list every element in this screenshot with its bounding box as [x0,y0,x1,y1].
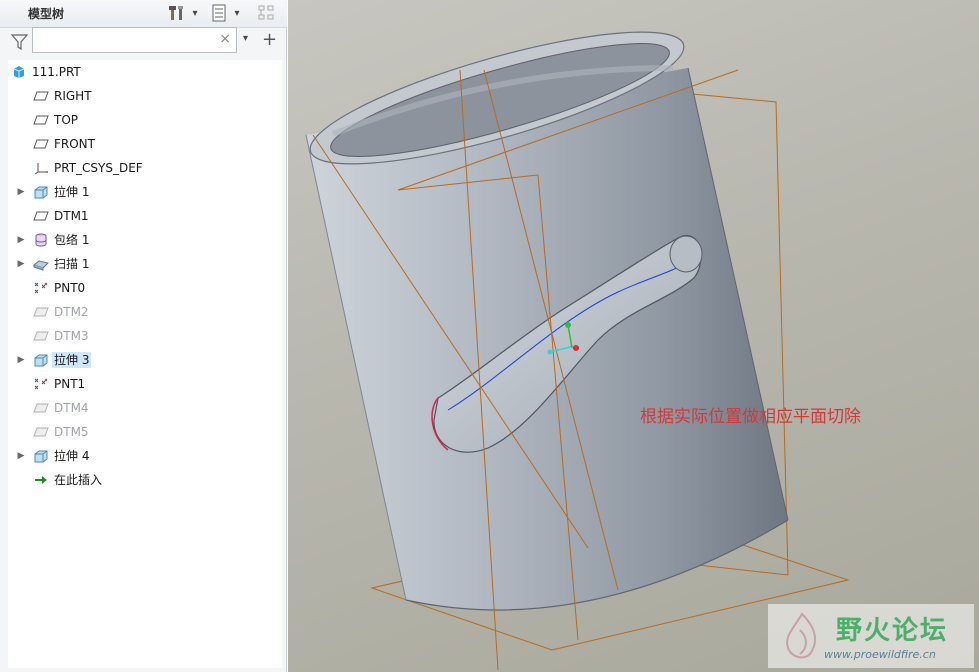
hierarchy-icon [258,5,274,20]
expand-arrow-icon[interactable]: ▶ [16,229,26,251]
model-tree-panel: 模型树 ▾ ▾ × ▾ + 111.PRT RIGHT TOP FRONT PR… [0,0,287,672]
watermark-url: www.proewildfire.cn [824,648,936,661]
tree-item-label: TOP [54,113,79,127]
datum-plane-icon [32,421,50,443]
tree-item-label: 111.PRT [32,65,81,79]
expand-arrow-icon[interactable]: ▶ [16,181,26,203]
funnel-icon [10,34,29,51]
filter-button[interactable] [10,32,30,52]
datum-point-icon [32,277,50,299]
search-dropdown-icon[interactable]: ▾ [243,33,248,44]
forum-watermark: 野火论坛 www.proewildfire.cn [768,604,974,668]
wrap-icon [32,229,50,251]
tree-item-label: FRONT [54,137,95,151]
panel-title: 模型树 [28,7,65,21]
tree-item-label: DTM2 [54,305,89,319]
panel-header: 模型树 ▾ ▾ [0,0,287,28]
tree-item-label: 拉伸 3 [52,352,92,368]
datum-point-icon [32,373,50,395]
watermark-title: 野火论坛 [836,616,949,646]
datum-plane-icon [32,85,50,107]
datum-plane-icon [32,325,50,347]
clear-search-icon[interactable]: × [219,31,231,47]
datum-plane-icon [32,301,50,323]
filter-row: × ▾ + [0,27,287,58]
datum-plane-icon [32,133,50,155]
datum-plane-icon [32,397,50,419]
chevron-down-icon: ▾ [192,7,198,19]
model-3d-view [305,31,850,671]
insert-here-arrow-icon [32,469,50,491]
datum-plane-icon [32,109,50,131]
extrude-icon [32,349,50,371]
extrude-icon [32,181,50,203]
tree-item-label: 拉伸 4 [54,449,90,463]
add-filter-icon[interactable]: + [262,29,277,50]
settings-tools-button[interactable] [166,2,188,24]
tree-item-label: DTM4 [54,401,89,415]
part-icon [10,61,28,83]
tree-item-label: PRT_CSYS_DEF [54,161,143,175]
tree-item-label: RIGHT [54,89,92,103]
search-box: × [32,27,237,53]
show-dropdown-button[interactable]: ▾ [230,2,244,24]
tools-dropdown-button[interactable]: ▾ [188,2,202,24]
list-options-icon [212,4,226,22]
expand-arrow-icon[interactable]: ▶ [16,445,26,467]
extrude-icon [32,445,50,467]
tree-filter-toggle-button[interactable] [256,2,278,24]
expand-arrow-icon[interactable]: ▶ [16,349,26,371]
tree-item-label: DTM1 [54,209,89,223]
cylinder-body [305,31,789,611]
datum-plane-icon [32,205,50,227]
tree-item-label: DTM5 [54,425,89,439]
search-input[interactable] [35,30,219,52]
tree-item-label: 扫描 1 [54,257,90,271]
cut-instruction-note: 根据实际位置做相应平面切除 [640,407,861,427]
expand-arrow-icon[interactable]: ▶ [16,253,26,275]
flame-logo-icon [786,612,817,659]
tree-item-label: PNT0 [54,281,86,295]
tree-item-label: 在此插入 [54,473,103,487]
coordinate-system-icon [32,157,50,179]
tree-item-label: DTM3 [54,329,89,343]
tree-item-label: PNT1 [54,377,86,391]
model-tree: 111.PRT RIGHT TOP FRONT PRT_CSYS_DEF ▶ 拉… [8,60,282,668]
show-options-button[interactable] [208,2,230,24]
tree-item-label: 包络 1 [54,233,90,247]
sweep-icon [32,253,50,275]
tree-item-label: 拉伸 1 [54,185,90,199]
graphics-viewport[interactable]: 根据实际位置做相应平面切除 野火论坛 www.proewildfire.cn [288,0,979,672]
tools-icon [169,6,183,20]
chevron-down-icon: ▾ [234,7,240,19]
